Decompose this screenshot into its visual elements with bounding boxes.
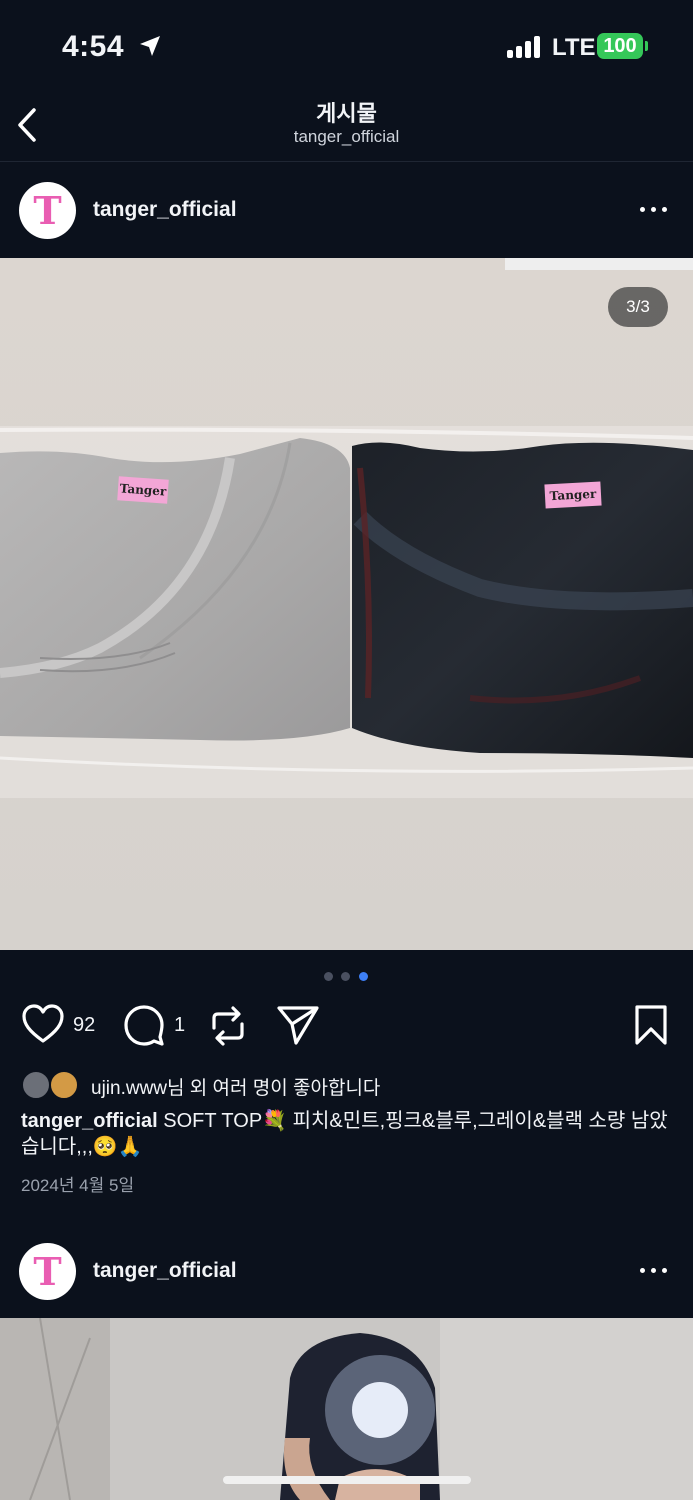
more-options-icon[interactable] xyxy=(636,205,670,215)
avatar[interactable]: T xyxy=(19,1243,76,1300)
network-type: LTE xyxy=(552,34,596,61)
more-options-icon[interactable] xyxy=(636,1266,670,1276)
battery-indicator: 100 xyxy=(597,33,643,59)
image-counter-badge: 3/3 xyxy=(608,287,668,327)
like-count[interactable]: 92 xyxy=(73,1014,95,1037)
heart-icon[interactable] xyxy=(21,1004,65,1044)
svg-text:T: T xyxy=(33,1249,61,1294)
carousel-dots xyxy=(324,972,370,982)
liker-avatar xyxy=(21,1070,51,1100)
status-time: 4:54 xyxy=(62,30,125,63)
svg-text:T: T xyxy=(33,188,61,233)
next-post-image[interactable] xyxy=(0,1318,693,1500)
carousel-dot-active xyxy=(359,972,368,981)
comment-icon[interactable] xyxy=(123,1004,165,1046)
next-post-header: T tanger_official xyxy=(0,1223,693,1319)
status-bar: 4:54 LTE 100 xyxy=(0,0,693,90)
clothing-photo: Tanger Tanger xyxy=(0,258,693,950)
avatar[interactable]: T xyxy=(19,182,76,239)
battery-cap-icon xyxy=(645,41,648,51)
liked-by-row[interactable]: ujin.www님 외 여러 명이 좋아합니다 xyxy=(21,1068,681,1100)
caption-username[interactable]: tanger_official xyxy=(21,1110,158,1132)
comment-count[interactable]: 1 xyxy=(174,1014,185,1037)
svg-text:Tanger: Tanger xyxy=(549,487,597,503)
post-date: 2024년 4월 5일 xyxy=(21,1176,135,1195)
repost-icon[interactable] xyxy=(208,1004,248,1048)
liked-by-text: ujin.www님 외 여러 명이 좋아합니다 xyxy=(91,1078,381,1099)
carousel-dot xyxy=(341,972,350,981)
tanger-logo-icon: T xyxy=(19,182,76,239)
home-indicator xyxy=(223,1476,471,1484)
nav-header: 게시물 tanger_official xyxy=(0,90,693,162)
post-actions: 92 1 xyxy=(0,1000,693,1052)
post-username[interactable]: tanger_official xyxy=(93,198,237,222)
liker-avatar xyxy=(49,1070,79,1100)
tanger-logo-icon: T xyxy=(19,1243,76,1300)
post-username[interactable]: tanger_official xyxy=(93,1259,237,1283)
share-icon[interactable] xyxy=(276,1004,320,1046)
location-arrow-icon xyxy=(140,36,160,56)
post-caption: tanger_official SOFT TOP💐 피치&민트,핑크&블루,그레… xyxy=(21,1108,676,1160)
cellular-signal-icon xyxy=(507,36,543,58)
post-image[interactable]: Tanger Tanger xyxy=(0,258,693,950)
post-header: T tanger_official xyxy=(0,162,693,258)
page-subtitle[interactable]: tanger_official xyxy=(0,127,693,147)
carousel-dot xyxy=(324,972,333,981)
mirror-selfie-photo xyxy=(0,1318,693,1500)
page-title: 게시물 xyxy=(316,101,377,126)
bookmark-icon[interactable] xyxy=(633,1004,669,1046)
